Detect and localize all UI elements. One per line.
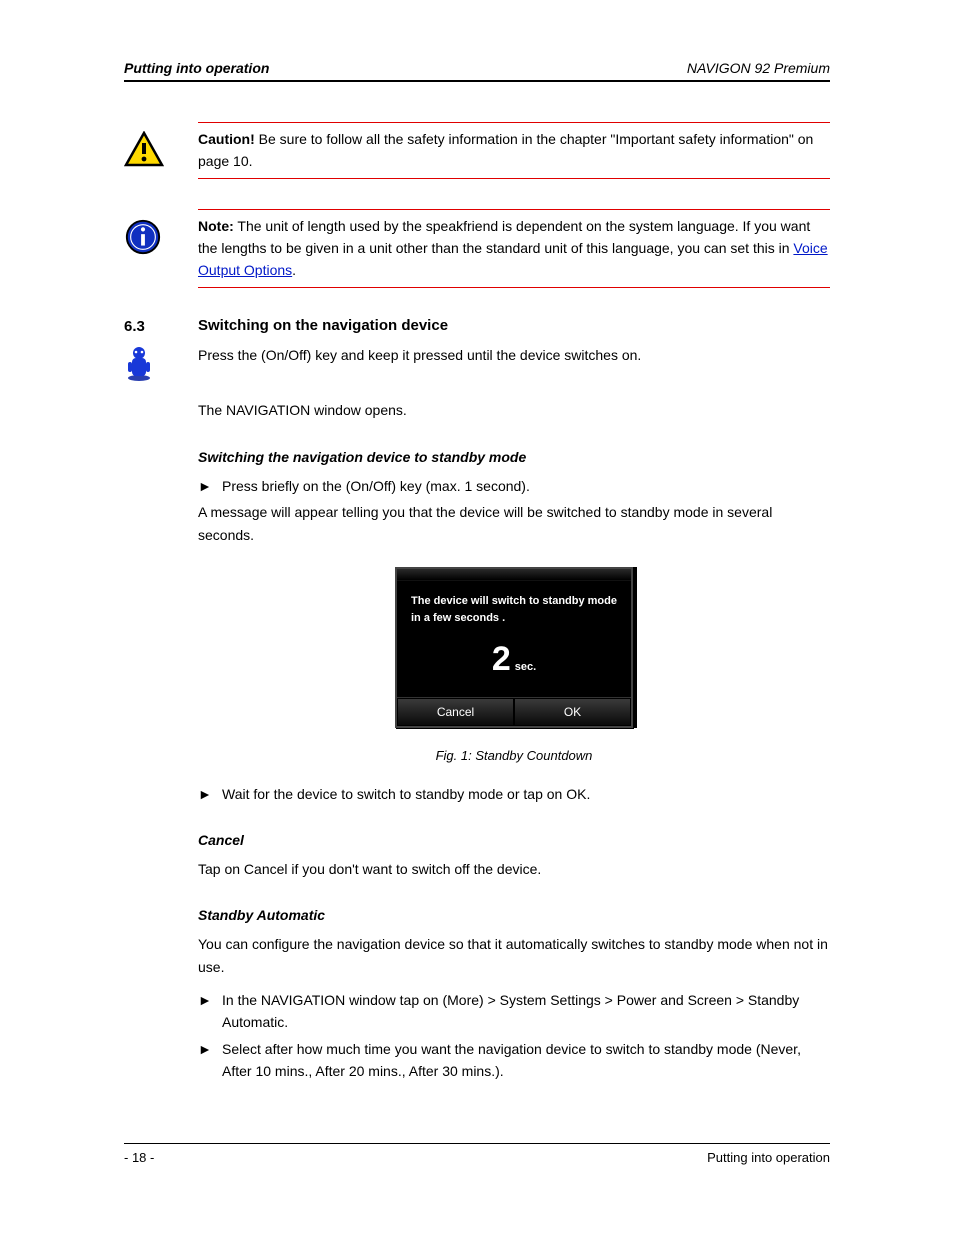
countdown-number: 2 [492, 640, 511, 679]
cancel-subtitle: Cancel [198, 832, 830, 848]
standby-dialog-figure: The device will switch to standby mode i… [198, 567, 830, 728]
section-title: Switching on the navigation device [198, 317, 830, 334]
bullet-marker: ► [198, 475, 222, 497]
standby-instruction: Press briefly on the (On/Off) key (max. … [222, 475, 530, 497]
countdown-unit: sec. [515, 661, 536, 673]
switch-on-instruction: Press the (On/Off) key and keep it press… [124, 344, 830, 387]
caution-callout: Caution! Be sure to follow all the safet… [124, 122, 830, 179]
standby-message: A message will appear telling you that t… [198, 501, 830, 547]
divider [198, 209, 830, 210]
instruction-text: Press the (On/Off) key and keep it press… [178, 344, 641, 366]
cancel-button[interactable]: Cancel [397, 698, 514, 726]
notice-icon [124, 216, 178, 261]
auto-bullet-2: ► Select after how much time you want th… [198, 1038, 830, 1083]
standby-heading: Switching the navigation device to stand… [198, 449, 830, 465]
dialog-message: The device will switch to standby mode i… [397, 581, 631, 626]
bullet-marker: ► [198, 989, 222, 1034]
auto-standby-text: You can configure the navigation device … [198, 933, 830, 979]
cancel-text: Tap on Cancel if you don't want to switc… [198, 858, 830, 881]
page-number: - 18 - [124, 1150, 154, 1165]
header-section: Putting into operation [124, 60, 269, 76]
dialog-titlebar [397, 569, 631, 581]
bullet-marker: ► [198, 1038, 222, 1083]
divider [198, 178, 830, 179]
note-text: Note: The unit of length used by the spe… [178, 216, 830, 281]
auto-standby-title: Standby Automatic [198, 907, 830, 923]
warning-icon [124, 129, 178, 172]
countdown: 2 sec. [397, 626, 631, 697]
auto-text-1: In the NAVIGATION window tap on (More) >… [222, 989, 830, 1034]
figure-caption: Fig. 1: Standby Countdown [198, 748, 830, 763]
footer-section: Putting into operation [707, 1150, 830, 1165]
wait-bullet: ► Wait for the device to switch to stand… [198, 783, 830, 805]
divider [198, 122, 830, 123]
auto-text-2: Select after how much time you want the … [222, 1038, 830, 1083]
page-footer: - 18 - Putting into operation [124, 1143, 830, 1165]
divider [198, 287, 830, 288]
standby-dialog: The device will switch to standby mode i… [395, 567, 633, 728]
navigation-opens-text: The NAVIGATION window opens. [198, 399, 830, 422]
auto-bullet-1: ► In the NAVIGATION window tap on (More)… [198, 989, 830, 1034]
note-callout: Note: The unit of length used by the spe… [124, 209, 830, 288]
header-product: NAVIGON 92 Premium [687, 60, 830, 76]
standby-bullet: ► Press briefly on the (On/Off) key (max… [198, 475, 830, 497]
ok-button[interactable]: OK [514, 698, 631, 726]
caution-text: Caution! Be sure to follow all the safet… [178, 129, 830, 172]
wait-text: Wait for the device to switch to standby… [222, 783, 590, 805]
robot-icon [124, 344, 178, 387]
bullet-marker: ► [198, 783, 222, 805]
page-header: Putting into operation NAVIGON 92 Premiu… [124, 60, 830, 82]
